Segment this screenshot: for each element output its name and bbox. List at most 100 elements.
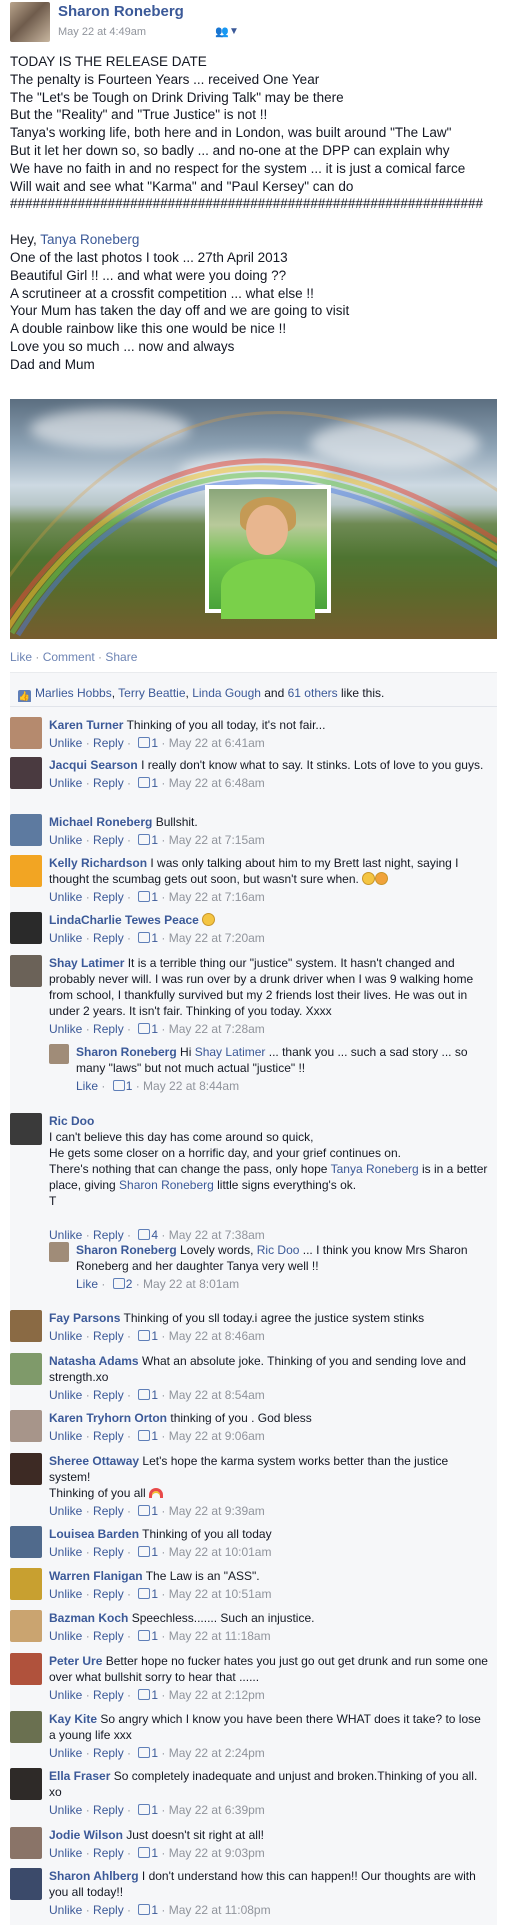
avatar[interactable] (10, 1610, 42, 1642)
comment-time[interactable]: May 22 at 7:16am (169, 890, 265, 904)
mention-link[interactable]: Sharon Roneberg (119, 1178, 214, 1192)
friends-icon[interactable]: 👥 (215, 25, 229, 38)
like-link[interactable]: Like (76, 1277, 98, 1291)
avatar[interactable] (10, 814, 42, 846)
others-link[interactable]: 61 others (288, 686, 338, 700)
unlike-link[interactable]: Unlike (49, 1429, 82, 1443)
comment-time[interactable]: May 22 at 6:41am (169, 736, 265, 750)
comment-time[interactable]: May 22 at 8:44am (143, 1079, 239, 1093)
reply-link[interactable]: Reply (93, 1545, 124, 1559)
commenter-name[interactable]: Kay Kite (49, 1712, 97, 1726)
comment-link[interactable]: Comment (43, 650, 95, 664)
commenter-name[interactable]: Warren Flanigan (49, 1569, 143, 1583)
comment-time[interactable]: May 22 at 11:18am (169, 1629, 271, 1643)
avatar[interactable] (10, 1526, 42, 1558)
commenter-name[interactable]: Karen Turner (49, 718, 123, 732)
unlike-link[interactable]: Unlike (49, 890, 82, 904)
author-avatar[interactable] (10, 2, 50, 42)
avatar[interactable] (49, 1044, 69, 1064)
reply-link[interactable]: Reply (93, 1329, 124, 1343)
reply-link[interactable]: Reply (93, 1803, 124, 1817)
avatar[interactable] (10, 1453, 42, 1485)
comment-time[interactable]: May 22 at 7:28am (169, 1022, 265, 1036)
unlike-link[interactable]: Unlike (49, 1228, 82, 1242)
comment-time[interactable]: May 22 at 6:48am (169, 776, 265, 790)
avatar[interactable] (10, 1768, 42, 1800)
unlike-link[interactable]: Unlike (49, 1903, 82, 1917)
avatar[interactable] (10, 1868, 42, 1900)
commenter-name[interactable]: Sharon Roneberg (76, 1243, 177, 1257)
unlike-link[interactable]: Unlike (49, 1803, 82, 1817)
commenter-name[interactable]: LindaCharlie Tewes Peace (49, 913, 199, 927)
comment-time[interactable]: May 22 at 7:15am (169, 833, 265, 847)
commenter-name[interactable]: Natasha Adams (49, 1354, 139, 1368)
comment-time[interactable]: May 22 at 2:24pm (169, 1746, 265, 1760)
avatar[interactable] (10, 1711, 42, 1743)
avatar[interactable] (10, 1827, 42, 1859)
unlike-link[interactable]: Unlike (49, 1746, 82, 1760)
commenter-name[interactable]: Jodie Wilson (49, 1828, 123, 1842)
commenter-name[interactable]: Ella Fraser (49, 1769, 110, 1783)
like-link[interactable]: Like (76, 1079, 98, 1093)
reply-link[interactable]: Reply (93, 1429, 124, 1443)
unlike-link[interactable]: Unlike (49, 736, 82, 750)
tagged-user-link[interactable]: Tanya Roneberg (40, 232, 139, 247)
commenter-name[interactable]: Sharon Roneberg (76, 1045, 177, 1059)
mention-link[interactable]: Shay Latimer (195, 1045, 266, 1059)
reply-link[interactable]: Reply (93, 776, 124, 790)
avatar[interactable] (10, 757, 42, 789)
reply-link[interactable]: Reply (93, 890, 124, 904)
reply-link[interactable]: Reply (93, 1504, 124, 1518)
comment-time[interactable]: May 22 at 2:12pm (169, 1688, 265, 1702)
unlike-link[interactable]: Unlike (49, 1388, 82, 1402)
commenter-name[interactable]: Louisea Barden (49, 1527, 139, 1541)
post-author[interactable]: Sharon Roneberg (58, 3, 184, 20)
mention-link[interactable]: Ric Doo (257, 1243, 300, 1257)
post-photo[interactable] (10, 399, 497, 639)
unlike-link[interactable]: Unlike (49, 1688, 82, 1702)
commenter-name[interactable]: Michael Roneberg (49, 815, 152, 829)
avatar[interactable] (10, 955, 42, 987)
avatar[interactable] (10, 1353, 42, 1385)
comment-time[interactable]: May 22 at 10:51am (169, 1587, 272, 1601)
unlike-link[interactable]: Unlike (49, 1545, 82, 1559)
chevron-down-icon[interactable]: ▼ (229, 26, 239, 37)
reply-link[interactable]: Reply (93, 833, 124, 847)
unlike-link[interactable]: Unlike (49, 1587, 82, 1601)
comment-time[interactable]: May 22 at 8:54am (169, 1388, 265, 1402)
avatar[interactable] (10, 1568, 42, 1600)
unlike-link[interactable]: Unlike (49, 1629, 82, 1643)
reply-link[interactable]: Reply (93, 1846, 124, 1860)
comment-time[interactable]: May 22 at 10:01am (169, 1545, 272, 1559)
avatar[interactable] (10, 1410, 42, 1442)
unlike-link[interactable]: Unlike (49, 1022, 82, 1036)
comment-time[interactable]: May 22 at 8:46am (169, 1329, 265, 1343)
commenter-name[interactable]: Peter Ure (49, 1654, 102, 1668)
avatar[interactable] (10, 1653, 42, 1685)
commenter-name[interactable]: Sharon Ahlberg (49, 1869, 139, 1883)
commenter-name[interactable]: Jacqui Searson (49, 758, 138, 772)
unlike-link[interactable]: Unlike (49, 1329, 82, 1343)
avatar[interactable] (10, 717, 42, 749)
comment-time[interactable]: May 22 at 6:39pm (169, 1803, 265, 1817)
commenter-name[interactable]: Sheree Ottaway (49, 1454, 139, 1468)
reply-link[interactable]: Reply (93, 736, 124, 750)
like-link[interactable]: Like (10, 650, 32, 664)
reply-link[interactable]: Reply (93, 1688, 124, 1702)
unlike-link[interactable]: Unlike (49, 776, 82, 790)
liker-name[interactable]: Marlies Hobbs (35, 686, 112, 700)
comment-time[interactable]: May 22 at 9:06am (169, 1429, 265, 1443)
reply-link[interactable]: Reply (93, 1228, 124, 1242)
inset-portrait[interactable] (205, 485, 331, 619)
unlike-link[interactable]: Unlike (49, 931, 82, 945)
comment-time[interactable]: May 22 at 11:08pm (169, 1903, 271, 1917)
reply-link[interactable]: Reply (93, 1022, 124, 1036)
unlike-link[interactable]: Unlike (49, 833, 82, 847)
reply-link[interactable]: Reply (93, 1903, 124, 1917)
reply-link[interactable]: Reply (93, 1629, 124, 1643)
liker-name[interactable]: Linda Gough (192, 686, 261, 700)
comment-time[interactable]: May 22 at 9:39am (169, 1504, 265, 1518)
mention-link[interactable]: Tanya Roneberg (331, 1162, 419, 1176)
post-timestamp[interactable]: May 22 at 4:49am (58, 26, 146, 38)
share-link[interactable]: Share (105, 650, 137, 664)
